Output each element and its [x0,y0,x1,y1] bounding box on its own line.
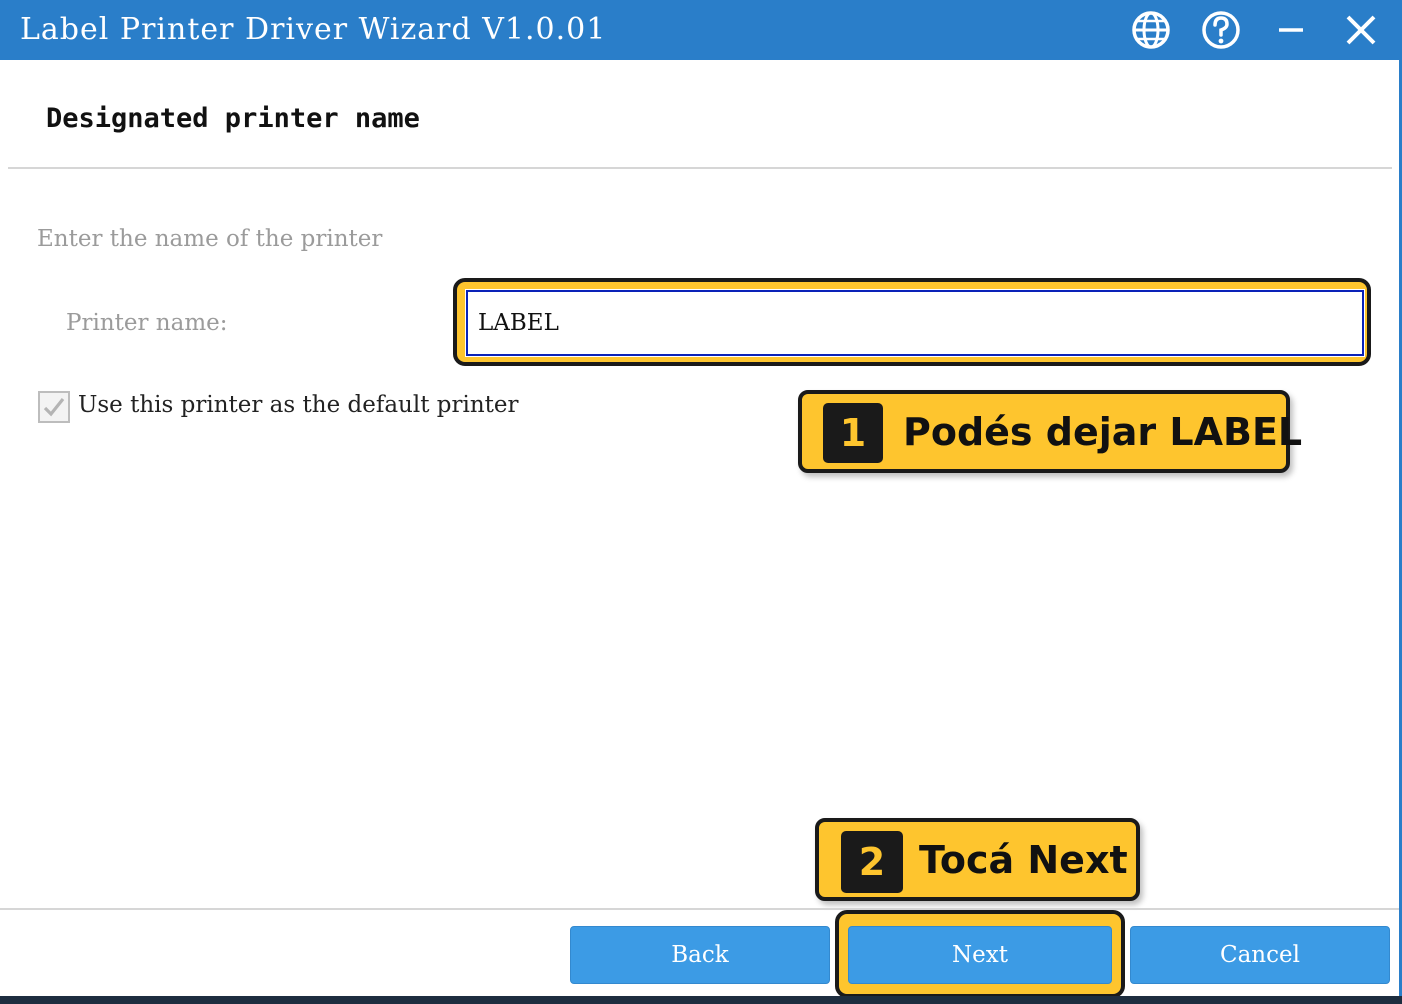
callout-1: 1 Podés dejar LABEL [798,390,1302,473]
printer-name-label: Printer name: [66,310,228,336]
default-printer-checkbox[interactable] [38,391,70,423]
cancel-button[interactable]: Cancel [1130,926,1390,984]
background-strip [0,996,1402,1004]
checkmark-icon [43,398,65,417]
header-divider [8,167,1392,169]
callout-2-text: Tocá Next [919,838,1128,882]
callout-1-text: Podés dejar LABEL [903,410,1303,454]
back-button[interactable]: Back [570,926,830,984]
callout-2-number: 2 [841,831,903,893]
close-icon[interactable] [1338,8,1384,52]
printer-name-input[interactable] [465,289,1365,357]
instruction-text: Enter the name of the printer [37,226,383,252]
callout-2: 2 Tocá Next [815,818,1140,901]
footer-divider [0,908,1402,910]
window-title: Label Printer Driver Wizard V1.0.01 [20,12,607,47]
callout-1-number: 1 [823,403,883,463]
next-button[interactable]: Next [848,926,1112,984]
default-printer-label: Use this printer as the default printer [78,392,519,418]
minimize-icon[interactable] [1268,8,1314,52]
help-icon[interactable] [1198,8,1244,52]
section-title: Designated printer name [46,103,420,134]
globe-icon[interactable] [1128,8,1174,52]
title-bar: Label Printer Driver Wizard V1.0.01 [0,0,1402,60]
